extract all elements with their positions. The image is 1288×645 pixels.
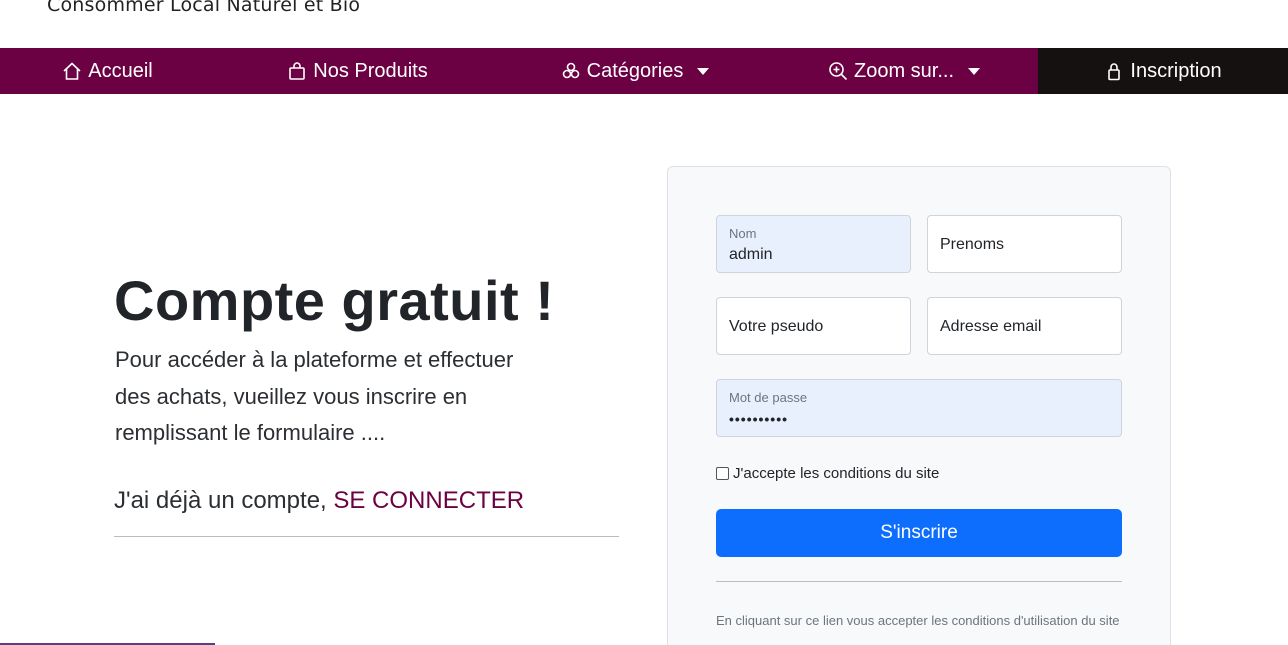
nav-item-zoom-sur[interactable]: Zoom sur... (770, 48, 1038, 94)
prenoms-placeholder: Prenoms (940, 236, 1005, 253)
pseudo-placeholder: Votre pseudo (729, 318, 824, 335)
login-link[interactable]: SE CONNECTER (333, 487, 524, 514)
pseudo-field[interactable]: Votre pseudo (716, 297, 911, 355)
brand-title: Consommer Local Naturel et Bio (47, 0, 361, 16)
signup-form-card: Nom admin Prenoms Votre pseudo Adresse e… (667, 166, 1171, 645)
password-field[interactable]: Mot de passe •••••••••• (716, 379, 1122, 437)
nav-item-inscription[interactable]: Inscription (1038, 48, 1288, 94)
prenoms-field[interactable]: Prenoms (927, 215, 1122, 273)
email-field[interactable]: Adresse email (927, 297, 1122, 355)
nav-item-label: Inscription (1130, 59, 1222, 82)
terms-note: En cliquant sur ce lien vous accepter le… (716, 613, 1120, 628)
nom-value: admin (729, 246, 773, 263)
shopping-bag-icon (289, 62, 306, 80)
nom-label: Nom (729, 226, 757, 241)
nav-item-nos-produits[interactable]: Nos Produits (215, 48, 500, 94)
categories-icon (562, 62, 579, 79)
password-label: Mot de passe (729, 390, 808, 405)
nav-item-accueil[interactable]: Accueil (0, 48, 215, 94)
login-prompt-text: J'ai déjà un compte, (114, 487, 334, 514)
page-title: Compte gratuit ! (114, 269, 555, 332)
divider (114, 536, 619, 537)
nav-item-label: Zoom sur... (853, 59, 955, 82)
home-icon (63, 62, 81, 80)
chevron-down-icon (968, 67, 981, 75)
accept-conditions-checkbox[interactable] (716, 467, 729, 480)
divider (716, 581, 1122, 582)
nom-field[interactable]: Nom admin (716, 215, 911, 273)
nav-item-label: Nos Produits (313, 59, 428, 82)
accept-conditions-row: J'accepte les conditions du site (716, 465, 939, 482)
accept-conditions-label[interactable]: J'accepte les conditions du site (733, 465, 939, 482)
nav-item-label: Catégories (586, 59, 684, 82)
hero-description: Pour accéder à la plateforme et effectue… (115, 347, 514, 445)
email-placeholder: Adresse email (940, 318, 1042, 335)
zoom-in-icon (829, 62, 848, 81)
main-navbar: Accueil Nos Produits Catégories Zoom sur… (0, 48, 1288, 94)
nav-item-label: Accueil (88, 59, 153, 82)
signup-button[interactable]: S'inscrire (716, 509, 1122, 557)
password-value: •••••••••• (729, 411, 789, 427)
chevron-down-icon (697, 67, 710, 75)
nav-item-categories[interactable]: Catégories (500, 48, 770, 94)
lock-icon (1108, 63, 1121, 81)
login-prompt: J'ai déjà un compte, SE CONNECTER (114, 487, 524, 515)
